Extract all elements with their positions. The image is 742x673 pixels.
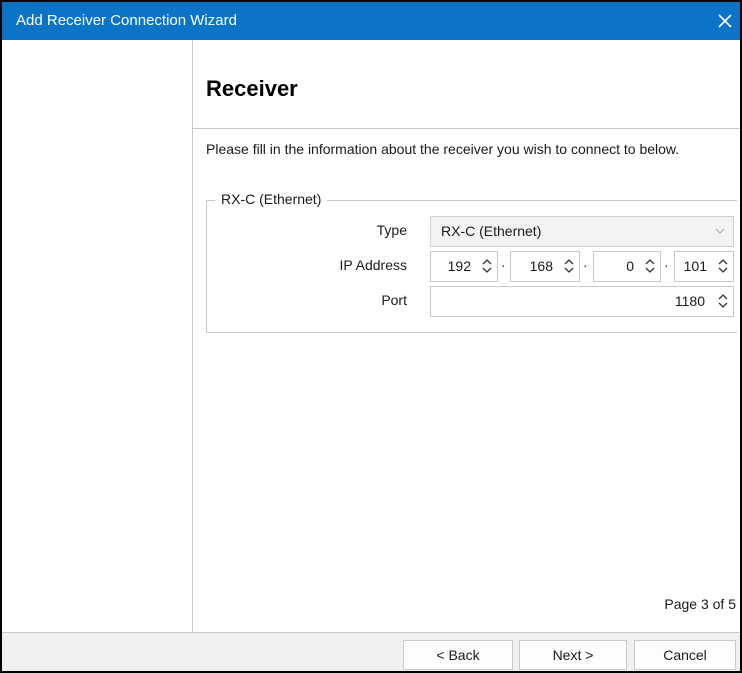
close-icon[interactable] bbox=[710, 2, 740, 40]
ip-separator: · bbox=[664, 257, 669, 273]
spin-arrows-icon[interactable] bbox=[717, 256, 729, 279]
type-select-value: RX-C (Ethernet) bbox=[441, 223, 542, 239]
ip-octet-4-stepper[interactable]: 101 bbox=[674, 251, 734, 282]
type-label: Type bbox=[376, 222, 407, 238]
ip-octet-3-stepper[interactable]: 0 bbox=[593, 251, 661, 282]
ip-separator: · bbox=[583, 257, 588, 273]
ip-separator: · bbox=[501, 257, 506, 273]
ip-address-label: IP Address bbox=[339, 257, 407, 273]
wizard-sidebar bbox=[2, 40, 193, 632]
port-stepper[interactable]: 1180 bbox=[430, 286, 734, 317]
ip-octet-4-value: 101 bbox=[683, 258, 707, 274]
type-select[interactable]: RX-C (Ethernet) bbox=[430, 216, 734, 247]
spin-arrows-icon[interactable] bbox=[563, 256, 575, 279]
spin-arrows-icon[interactable] bbox=[717, 291, 729, 314]
ip-octet-2-stepper[interactable]: 168 bbox=[510, 251, 580, 282]
port-label: Port bbox=[381, 292, 407, 308]
receiver-groupbox: RX-C (Ethernet) Type RX-C (Ethernet) IP … bbox=[206, 190, 737, 333]
port-value: 1180 bbox=[674, 293, 705, 309]
ip-octet-3-value: 0 bbox=[626, 258, 634, 274]
spin-arrows-icon[interactable] bbox=[481, 256, 493, 279]
ip-octet-1-value: 192 bbox=[447, 258, 471, 274]
page-title: Receiver bbox=[206, 76, 298, 101]
instructions-text: Please fill in the information about the… bbox=[206, 141, 680, 157]
cancel-button[interactable]: Cancel bbox=[634, 640, 736, 670]
spin-arrows-icon[interactable] bbox=[644, 256, 656, 279]
groupbox-legend: RX-C (Ethernet) bbox=[215, 190, 328, 208]
window-title: Add Receiver Connection Wizard bbox=[16, 12, 237, 29]
ip-octet-1-stepper[interactable]: 192 bbox=[430, 251, 498, 282]
wizard-window: Add Receiver Connection Wizard Receiver … bbox=[0, 0, 742, 673]
ip-octet-2-value: 168 bbox=[529, 258, 553, 274]
page-header: Receiver bbox=[193, 40, 740, 129]
wizard-footer: < Back Next > Cancel bbox=[2, 632, 740, 671]
back-button[interactable]: < Back bbox=[403, 640, 513, 670]
title-bar: Add Receiver Connection Wizard bbox=[2, 2, 740, 40]
chevron-down-icon bbox=[715, 223, 725, 239]
page-content: Please fill in the information about the… bbox=[193, 129, 740, 632]
page-indicator: Page 3 of 5 bbox=[664, 596, 736, 612]
next-button[interactable]: Next > bbox=[519, 640, 627, 670]
